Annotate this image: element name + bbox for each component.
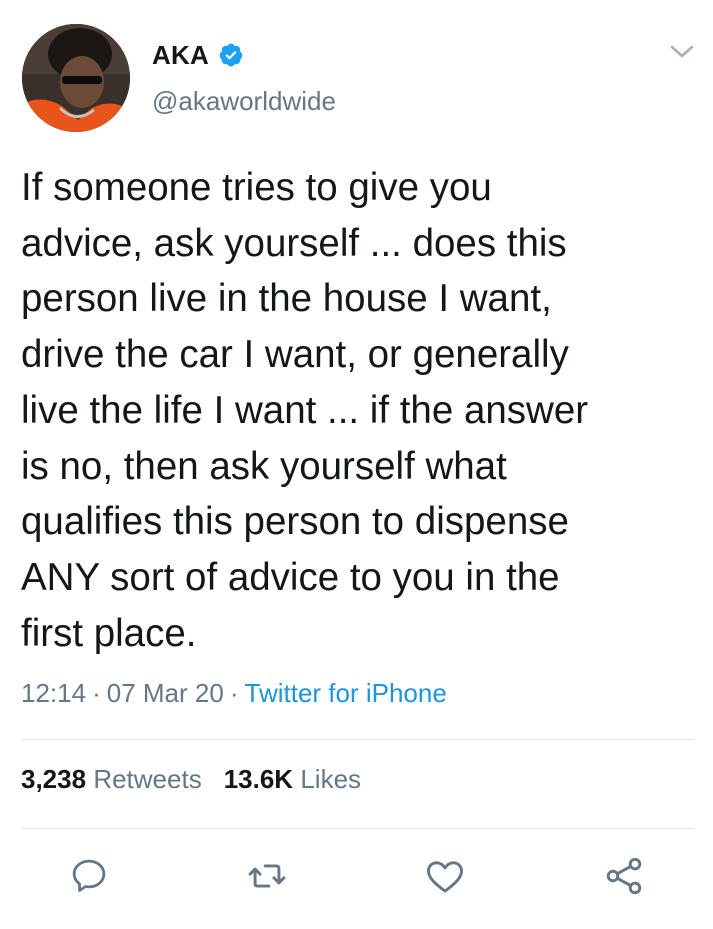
- display-name[interactable]: AKA: [152, 40, 209, 71]
- likes-stat[interactable]: 13.6K Likes: [224, 764, 361, 794]
- share-button[interactable]: [601, 855, 647, 901]
- meta-separator: ·: [229, 678, 239, 708]
- divider: [21, 739, 694, 740]
- share-icon: [602, 854, 646, 903]
- reply-icon: [68, 855, 110, 902]
- retweet-icon: [245, 854, 289, 903]
- retweets-stat[interactable]: 3,238 Retweets: [21, 764, 202, 794]
- tweet-text: If someone tries to give you advice, ask…: [21, 166, 589, 655]
- retweet-button[interactable]: [244, 855, 290, 901]
- tweet-date[interactable]: 07 Mar 20: [107, 678, 224, 708]
- heart-icon: [423, 854, 467, 903]
- tweet-stats: 3,238 Retweets 13.6K Likes: [21, 764, 361, 795]
- reply-button[interactable]: [66, 855, 112, 901]
- likes-count: 13.6K: [223, 764, 294, 794]
- verified-badge-icon: [218, 42, 244, 68]
- avatar-image: [22, 24, 130, 132]
- tweet-source-link[interactable]: Twitter for iPhone: [245, 678, 447, 708]
- retweets-count: 3,238: [21, 764, 87, 794]
- like-button[interactable]: [422, 855, 468, 901]
- likes-label: Likes: [300, 764, 362, 794]
- retweets-label: Retweets: [93, 764, 202, 794]
- chevron-down-icon[interactable]: [668, 42, 696, 62]
- tweet-meta: 12:14 · 07 Mar 20 · Twitter for iPhone: [21, 678, 447, 709]
- divider: [21, 828, 694, 829]
- tweet-time[interactable]: 12:14: [21, 678, 86, 708]
- name-row: AKA: [152, 38, 244, 72]
- user-handle[interactable]: @akaworldwide: [152, 86, 336, 117]
- tweet-header: AKA @akaworldwide: [0, 0, 713, 140]
- avatar[interactable]: [22, 24, 130, 132]
- meta-separator: ·: [92, 678, 101, 708]
